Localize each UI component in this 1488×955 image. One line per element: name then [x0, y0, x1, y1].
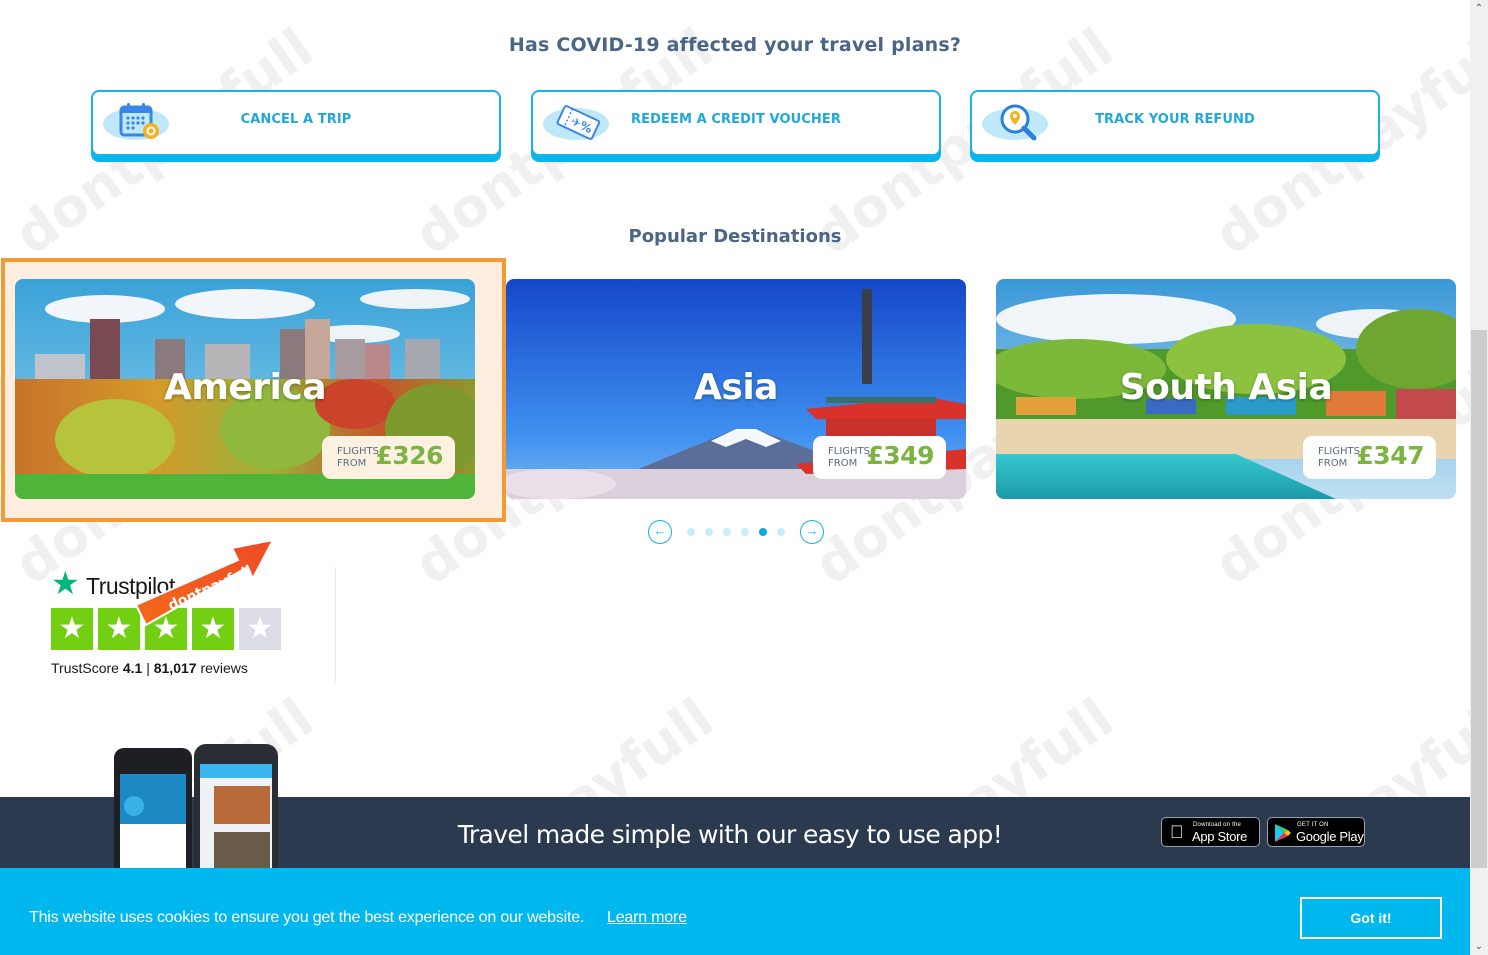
carousel-dot[interactable] — [777, 528, 785, 536]
carousel-prev-button[interactable]: ← — [648, 520, 672, 544]
price: £326 — [375, 441, 443, 470]
star-filled-icon: ★ — [51, 608, 93, 650]
covid-heading: Has COVID-19 affected your travel plans? — [508, 34, 962, 56]
google-play-icon — [1275, 824, 1291, 842]
carousel-dot[interactable] — [705, 528, 713, 536]
redeem-voucher-label: REDEEM A CREDIT VOUCHER — [631, 112, 841, 127]
chevron-up-icon: ⌃ — [1474, 3, 1484, 14]
destination-name: America — [163, 367, 327, 408]
from-label: FROM — [828, 458, 858, 469]
promo-arrow-icon: dontpayfull — [134, 540, 275, 627]
scroll-down-button[interactable]: ⌄ — [1470, 938, 1488, 955]
page: dontpayfull dontpayfull dontpayfull dont… — [0, 0, 1470, 955]
flights-label: FLIGHTS — [828, 446, 870, 457]
destination-name: South Asia — [1119, 367, 1333, 408]
apple-icon:  — [1170, 822, 1184, 843]
price: £349 — [866, 441, 934, 470]
separator: | — [146, 660, 150, 676]
destination-card-asia[interactable]: Asia FLIGHTS FROM £349 — [506, 279, 966, 499]
carousel-dot[interactable] — [741, 528, 749, 536]
arrow-right-icon: → — [805, 523, 819, 538]
carousel-dot[interactable] — [687, 528, 695, 536]
from-label: FROM — [1318, 458, 1348, 469]
cookie-message: This website uses cookies to ensure you … — [29, 909, 585, 926]
price-badge: FLIGHTS FROM £326 — [322, 436, 455, 479]
google-small-text: GET IT ON — [1297, 822, 1329, 828]
app-store-button[interactable]:  Download on the App Store — [1161, 817, 1260, 847]
destination-card-south-asia[interactable]: South Asia FLIGHTS FROM £347 — [996, 279, 1456, 499]
track-refund-button[interactable]: TRACK YOUR REFUND — [970, 90, 1380, 156]
trustpilot-star-icon: ★ — [51, 565, 80, 601]
carousel-dot-active[interactable] — [759, 528, 767, 536]
destination-name: Asia — [694, 367, 778, 408]
arrow-left-icon: ← — [653, 523, 667, 538]
popular-destinations-heading: Popular Destinations — [628, 226, 842, 247]
trustscore-value: 4.1 — [122, 660, 143, 676]
cancel-trip-button[interactable]: CANCEL A TRIP — [91, 90, 501, 156]
carousel-dot[interactable] — [723, 528, 731, 536]
price: £347 — [1356, 441, 1424, 470]
cancel-trip-label: CANCEL A TRIP — [240, 112, 352, 127]
reviews-count: 81,017 — [153, 660, 197, 676]
flights-label: FLIGHTS — [1318, 446, 1360, 457]
from-label: FROM — [337, 458, 367, 469]
redeem-voucher-button[interactable]: ✈% REDEEM A CREDIT VOUCHER — [531, 90, 941, 156]
cookie-accept-button[interactable]: Got it! — [1300, 897, 1442, 939]
trustscore-text: TrustScore 4.1 | 81,017 reviews — [51, 660, 248, 676]
app-store-small-text: Download on the — [1193, 822, 1242, 828]
price-badge: FLIGHTS FROM £347 — [1303, 436, 1436, 479]
google-play-button[interactable]: GET IT ON Google Play — [1267, 817, 1365, 847]
track-refund-label: TRACK YOUR REFUND — [1095, 112, 1255, 127]
scroll-up-button[interactable]: ⌃ — [1470, 0, 1488, 17]
learn-more-link[interactable]: Learn more — [607, 909, 687, 927]
scrollbar-thumb[interactable] — [1471, 330, 1487, 868]
flights-label: FLIGHTS — [337, 446, 379, 457]
app-store-big-text: App Store — [1192, 829, 1248, 844]
divider — [335, 567, 336, 682]
chevron-down-icon: ⌄ — [1474, 941, 1484, 952]
destination-card-america[interactable]: America FLIGHTS FROM £326 — [15, 279, 475, 499]
carousel-next-button[interactable]: → — [800, 520, 824, 544]
google-big-text: Google Play — [1296, 829, 1364, 844]
price-badge: FLIGHTS FROM £349 — [813, 436, 946, 479]
trustscore-label: TrustScore — [51, 660, 119, 676]
phones-app-preview — [114, 744, 278, 874]
reviews-label: reviews — [200, 660, 248, 676]
